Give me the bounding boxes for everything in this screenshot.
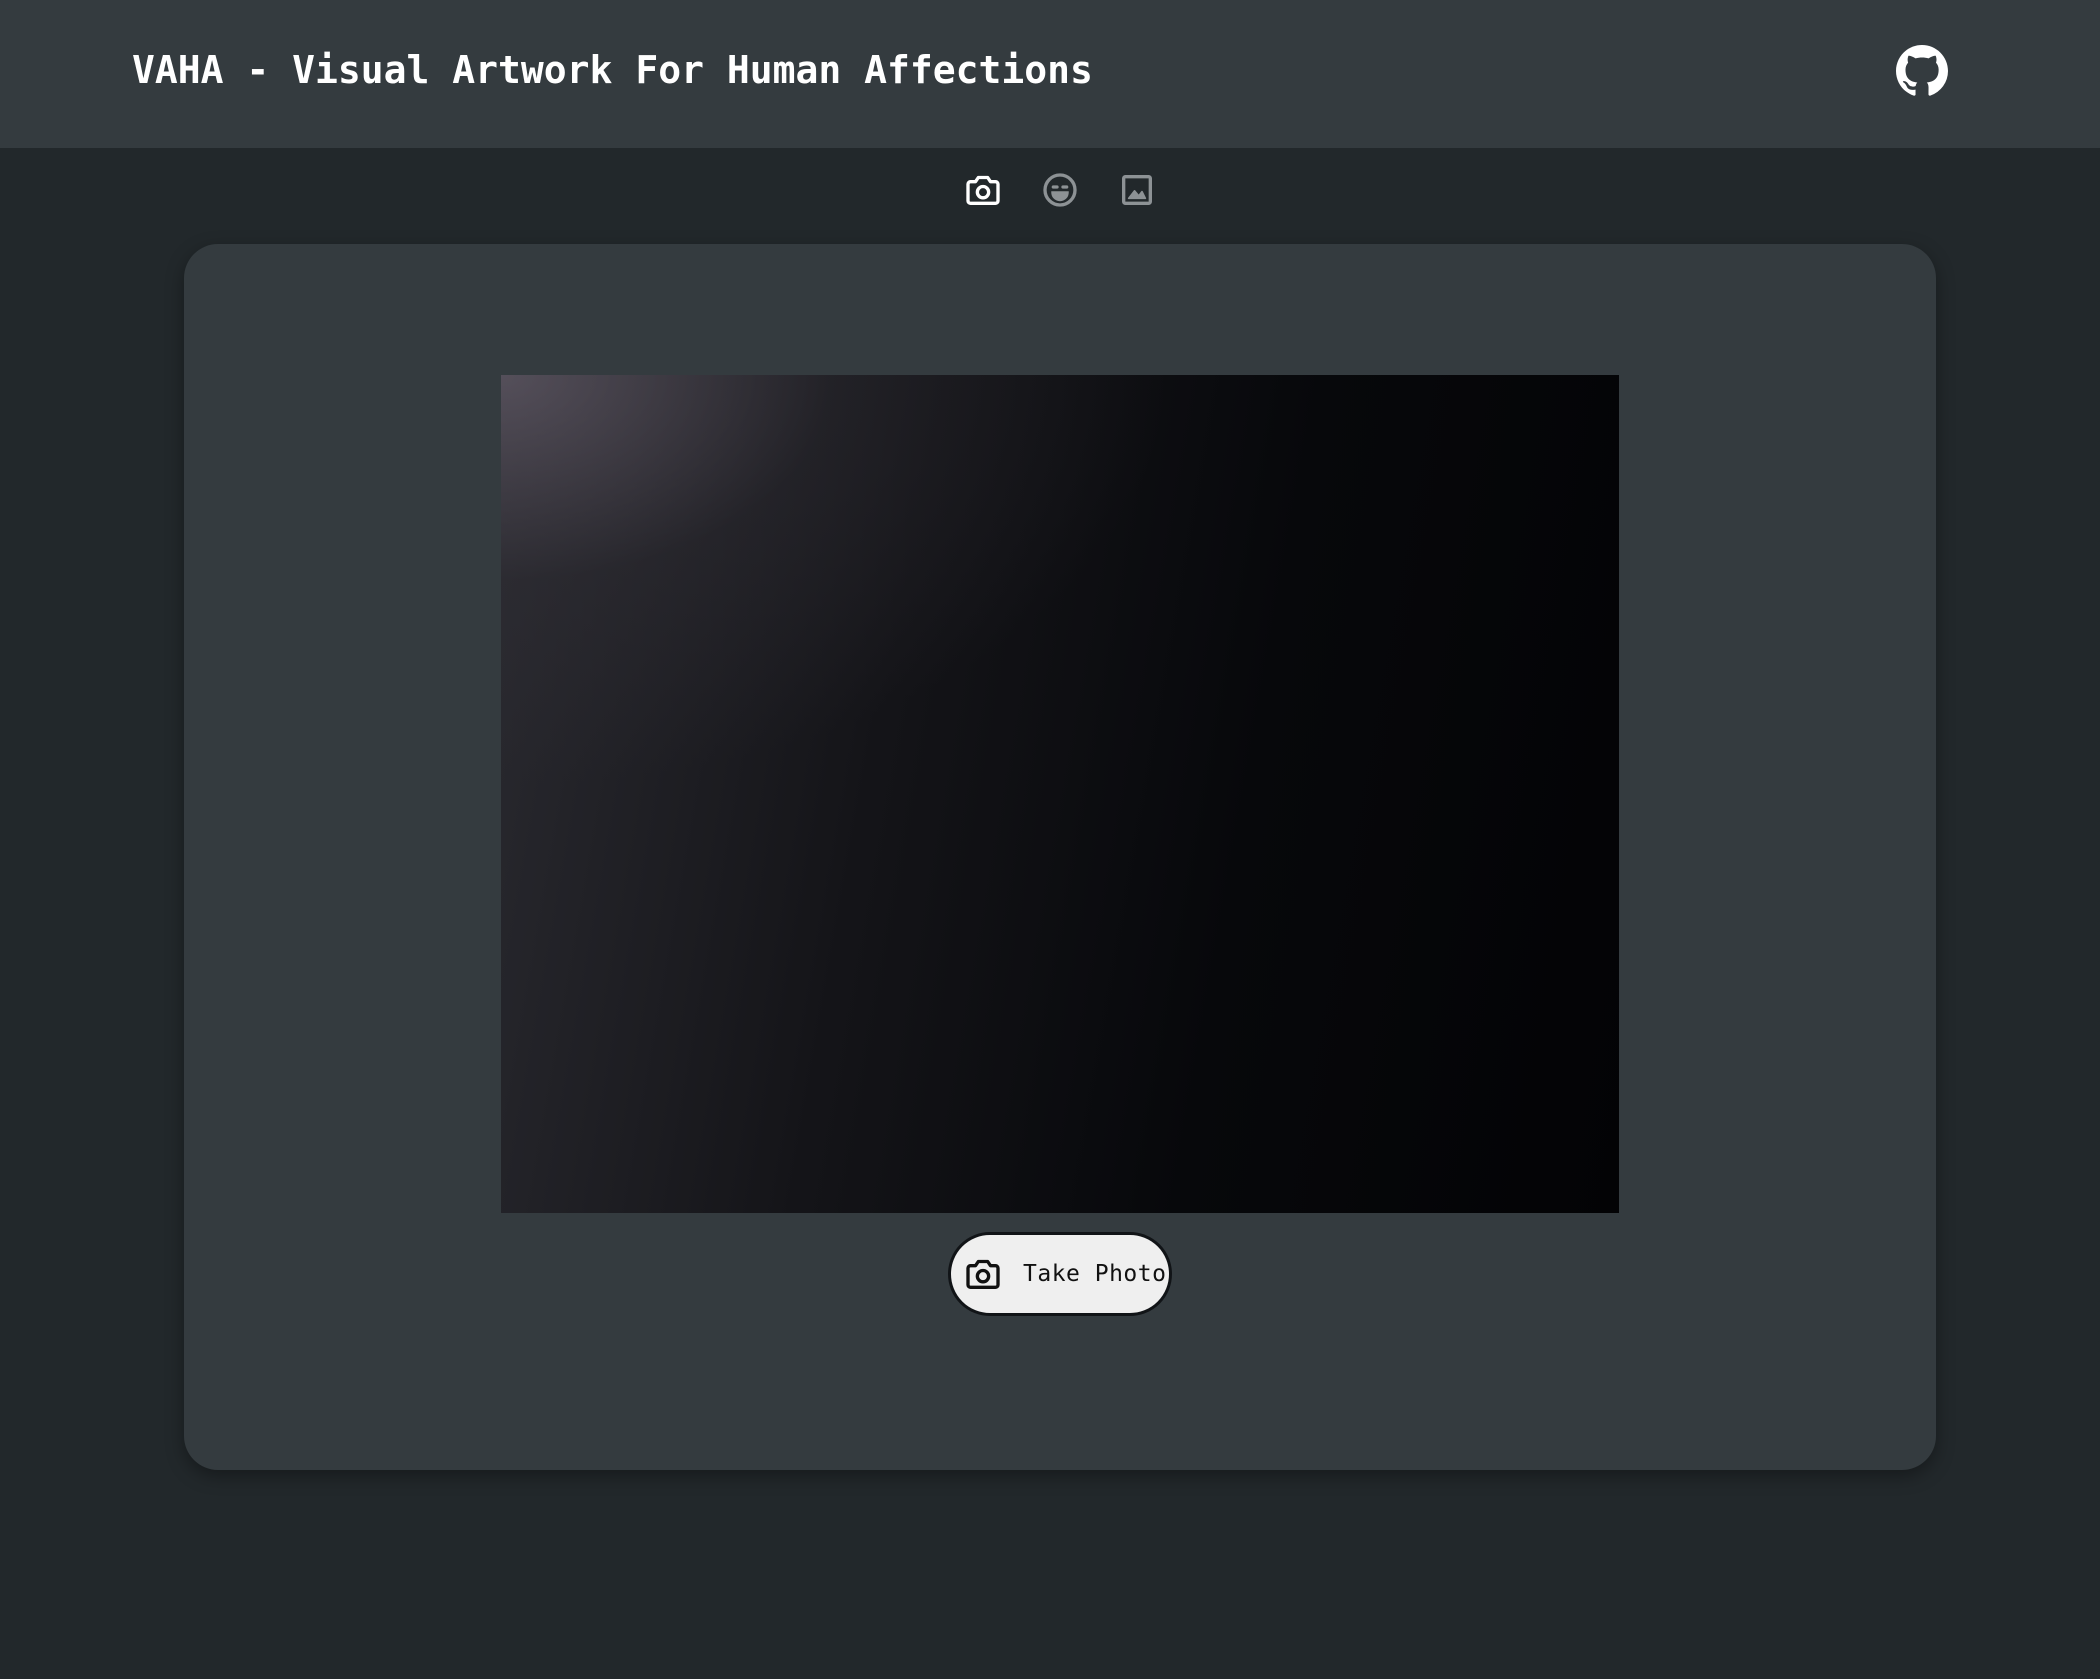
github-icon <box>1896 45 1948 97</box>
image-icon <box>1117 170 1157 210</box>
app-title: VAHA - Visual Artwork For Human Affectio… <box>132 48 1093 92</box>
camera-preview <box>501 375 1619 1213</box>
take-photo-label: Take Photo <box>1023 1261 1167 1287</box>
capture-card: Take Photo <box>184 244 1936 1470</box>
tab-camera[interactable] <box>961 168 1005 212</box>
emoji-icon <box>1040 170 1080 210</box>
camera-icon <box>963 1254 1003 1294</box>
tab-image[interactable] <box>1115 168 1159 212</box>
camera-icon <box>963 170 1003 210</box>
tab-emoji[interactable] <box>1038 168 1082 212</box>
take-photo-button[interactable]: Take Photo <box>948 1232 1172 1316</box>
mode-tabs <box>0 148 2100 228</box>
github-link[interactable] <box>1896 45 1948 97</box>
app-header: VAHA - Visual Artwork For Human Affectio… <box>0 0 2100 148</box>
